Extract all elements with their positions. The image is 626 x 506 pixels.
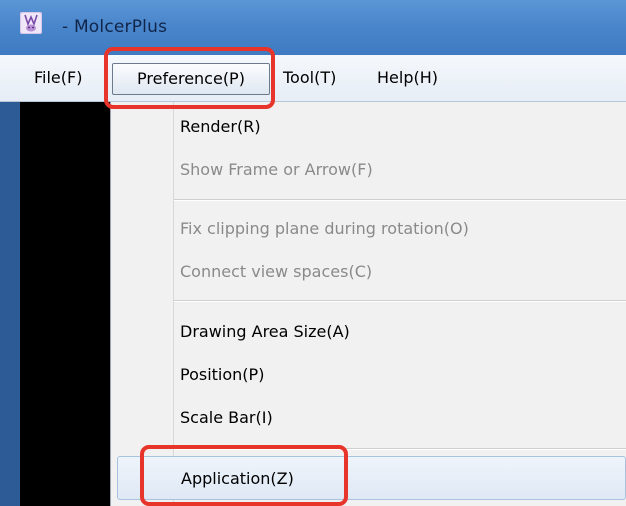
- menu-item-position[interactable]: Position(P): [110, 355, 626, 395]
- menu-bar: File(F) Preference(P) Tool(T) Help(H): [0, 55, 626, 102]
- menu-item-drawing-area-size[interactable]: Drawing Area Size(A): [110, 312, 626, 352]
- window-frame-edge: [0, 102, 20, 506]
- title-bar: - MolcerPlus: [0, 0, 626, 55]
- menu-separator: [174, 300, 626, 302]
- menu-separator: [174, 199, 626, 201]
- menu-item-connect-view-spaces[interactable]: Connect view spaces(C): [110, 252, 626, 292]
- molcerplus-app-icon[interactable]: [20, 12, 42, 34]
- menu-file[interactable]: File(F): [26, 63, 90, 95]
- highlight-box-application-item: [140, 445, 348, 506]
- menu-item-fix-clipping-plane[interactable]: Fix clipping plane during rotation(O): [110, 209, 626, 249]
- window-title: - MolcerPlus: [62, 17, 168, 37]
- highlight-box-preference-menu: [104, 47, 275, 109]
- menu-item-show-frame-or-arrow[interactable]: Show Frame or Arrow(F): [110, 150, 626, 190]
- drawing-area: [20, 102, 110, 506]
- menu-item-render[interactable]: Render(R): [110, 107, 626, 147]
- menu-tool[interactable]: Tool(T): [275, 63, 344, 95]
- menu-item-scale-bar[interactable]: Scale Bar(I): [110, 398, 626, 438]
- menu-help[interactable]: Help(H): [369, 63, 446, 95]
